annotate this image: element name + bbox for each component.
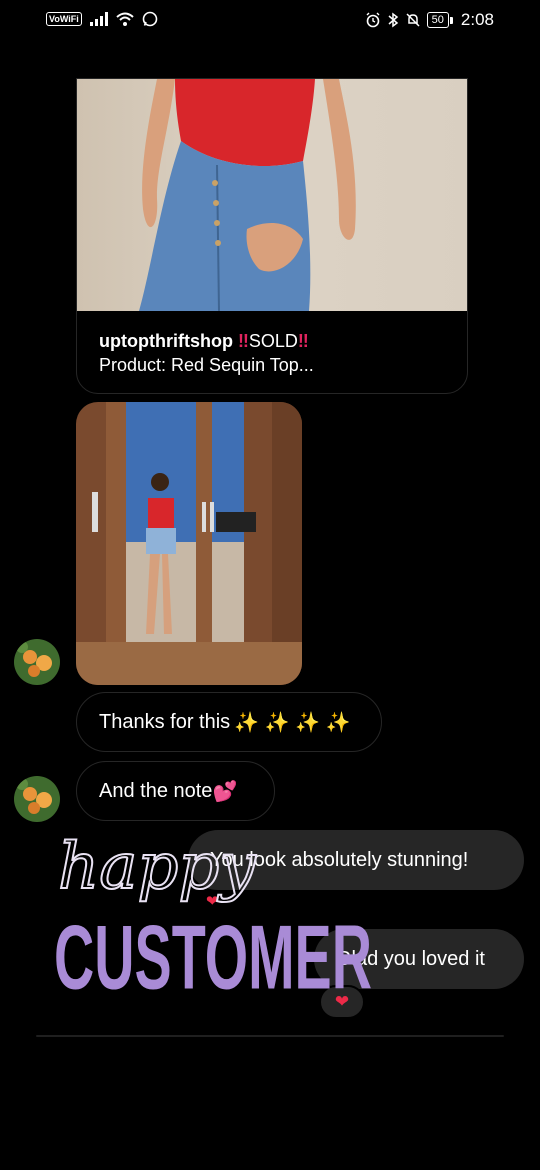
sender-avatar[interactable]: [14, 639, 60, 685]
whatsapp-icon: [142, 11, 158, 27]
vowifi-badge: VoWiFi: [46, 12, 82, 26]
post-product-image: [77, 79, 467, 311]
reaction-heart-icon: ❤: [206, 893, 219, 910]
sold-label: SOLD: [248, 331, 298, 351]
photo-message[interactable]: [76, 402, 302, 685]
alarm-icon: [366, 12, 380, 28]
post-product-line: Product: Red Sequin Top...: [99, 355, 314, 375]
message-text: Glad you loved it: [336, 947, 485, 970]
mute-bell-icon: [406, 13, 420, 27]
incoming-message-thanks[interactable]: Thanks for this ✨ ✨ ✨ ✨: [76, 692, 382, 752]
status-right: 50 2:08: [365, 10, 494, 30]
status-left: VoWiFi: [46, 11, 158, 27]
incoming-message-note[interactable]: And the note 💕: [76, 761, 275, 821]
composer-divider: [36, 1035, 504, 1037]
outgoing-message-stunning[interactable]: You look absolutely stunning!: [188, 830, 524, 890]
reaction-heart-badge[interactable]: ❤: [319, 985, 365, 1019]
sender-avatar-2[interactable]: [14, 776, 60, 822]
heart-icon: ❤: [334, 992, 350, 1011]
status-bar: VoWiFi 50 2:08: [0, 0, 540, 42]
sold-mark-left: ‼: [237, 331, 249, 351]
message-text: Thanks for this: [99, 710, 231, 733]
bluetooth-icon: [388, 12, 398, 28]
battery-indicator: 50: [426, 12, 454, 28]
outgoing-message-glad[interactable]: Glad you loved it: [314, 929, 524, 989]
post-caption: uptopthriftshop ‼SOLD‼ Product: Red Sequ…: [99, 329, 314, 377]
sparkles-emoji: ✨ ✨ ✨ ✨: [234, 711, 351, 734]
shared-post-card[interactable]: uptopthriftshop ‼SOLD‼ Product: Red Sequ…: [76, 78, 468, 394]
hearts-emoji: 💕: [212, 780, 238, 803]
message-text: You look absolutely stunning!: [210, 848, 469, 871]
wifi-icon: [116, 12, 134, 26]
clock: 2:08: [460, 10, 494, 29]
message-text: And the note: [99, 779, 213, 802]
signal-icon: [89, 12, 108, 26]
post-username[interactable]: uptopthriftshop: [99, 331, 233, 351]
mirror-selfie-photo: [76, 402, 302, 685]
sold-mark-right: ‼: [297, 331, 309, 351]
